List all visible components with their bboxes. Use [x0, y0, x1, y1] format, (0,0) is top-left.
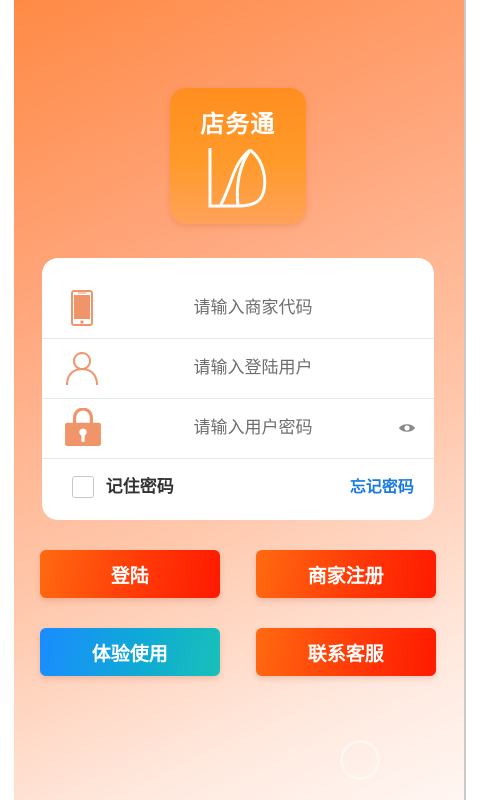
username-row[interactable]: 请输入登陆用户 — [42, 338, 434, 399]
remember-checkbox[interactable] — [72, 476, 94, 498]
login-button[interactable]: 登陆 — [40, 550, 220, 598]
phone-icon — [71, 290, 93, 326]
frame-edge — [464, 0, 466, 800]
login-card: 请输入商家代码 请输入登陆用户 请输入用户密码 记住密码 忘记密码 — [42, 258, 434, 520]
lock-icon — [65, 408, 101, 446]
password-input[interactable]: 请输入用户密码 — [112, 398, 394, 458]
forgot-password-link[interactable]: 忘记密码 — [350, 476, 414, 498]
logo-mark-icon — [208, 148, 267, 208]
trial-button[interactable]: 体验使用 — [40, 628, 220, 676]
remember-label: 记住密码 — [106, 477, 174, 497]
support-button[interactable]: 联系客服 — [256, 628, 436, 676]
merchant-code-row[interactable]: 请输入商家代码 — [42, 278, 434, 339]
watermark-circle-icon — [340, 740, 380, 780]
register-button[interactable]: 商家注册 — [256, 550, 436, 598]
app-screen: 店务通 请输入商家代码 请输入登陆用户 请输入用户密码 记住密码 忘记密码 登陆… — [14, 0, 464, 800]
eye-icon[interactable] — [398, 420, 416, 436]
app-logo: 店务通 — [170, 88, 306, 224]
user-icon — [66, 352, 98, 386]
app-logo-text: 店务通 — [200, 110, 276, 138]
username-input[interactable]: 请输入登陆用户 — [112, 338, 394, 398]
watermark — [340, 738, 450, 782]
password-row[interactable]: 请输入用户密码 — [42, 398, 434, 459]
merchant-code-input[interactable]: 请输入商家代码 — [112, 278, 394, 338]
